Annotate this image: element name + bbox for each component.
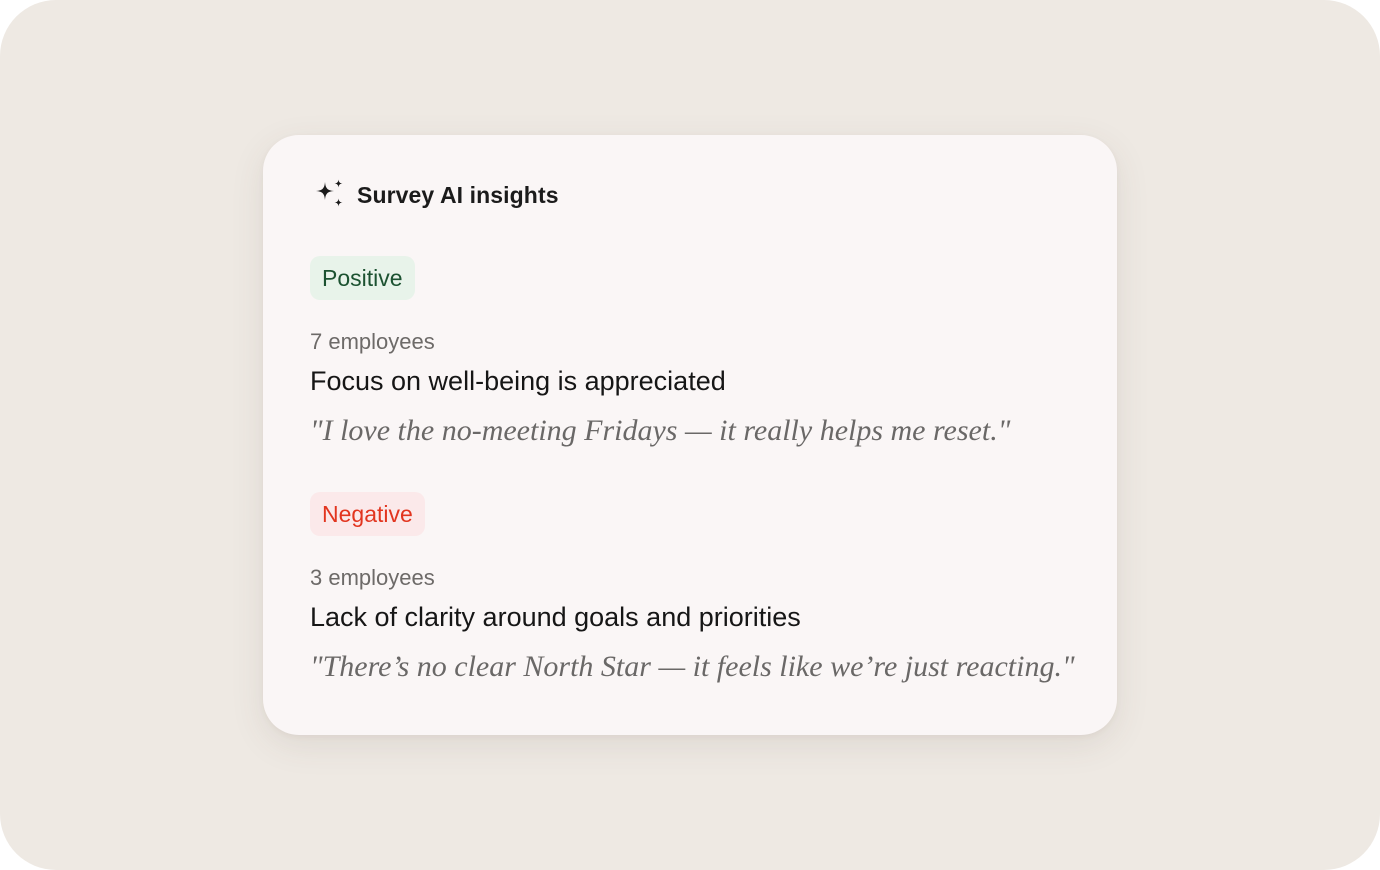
sparkles-icon <box>316 179 343 207</box>
card-title: Survey AI insights <box>357 181 559 208</box>
card-header: Survey AI insights <box>311 177 559 213</box>
negative-insight-title: Lack of clarity around goals and priorit… <box>310 602 801 632</box>
negative-sentiment-badge: Negative <box>310 492 425 536</box>
negative-employee-count: 3 employees <box>310 565 435 590</box>
positive-insight-title: Focus on well-being is appreciated <box>310 366 726 396</box>
positive-employee-count: 7 employees <box>310 329 435 354</box>
positive-insight-quote: "I love the no-meeting Fridays — it real… <box>310 414 1011 447</box>
positive-sentiment-badge: Positive <box>310 256 415 300</box>
negative-insight-quote: "There’s no clear North Star — it feels … <box>310 650 1075 683</box>
survey-insights-card: Survey AI insights Positive 7 employees … <box>263 135 1117 735</box>
